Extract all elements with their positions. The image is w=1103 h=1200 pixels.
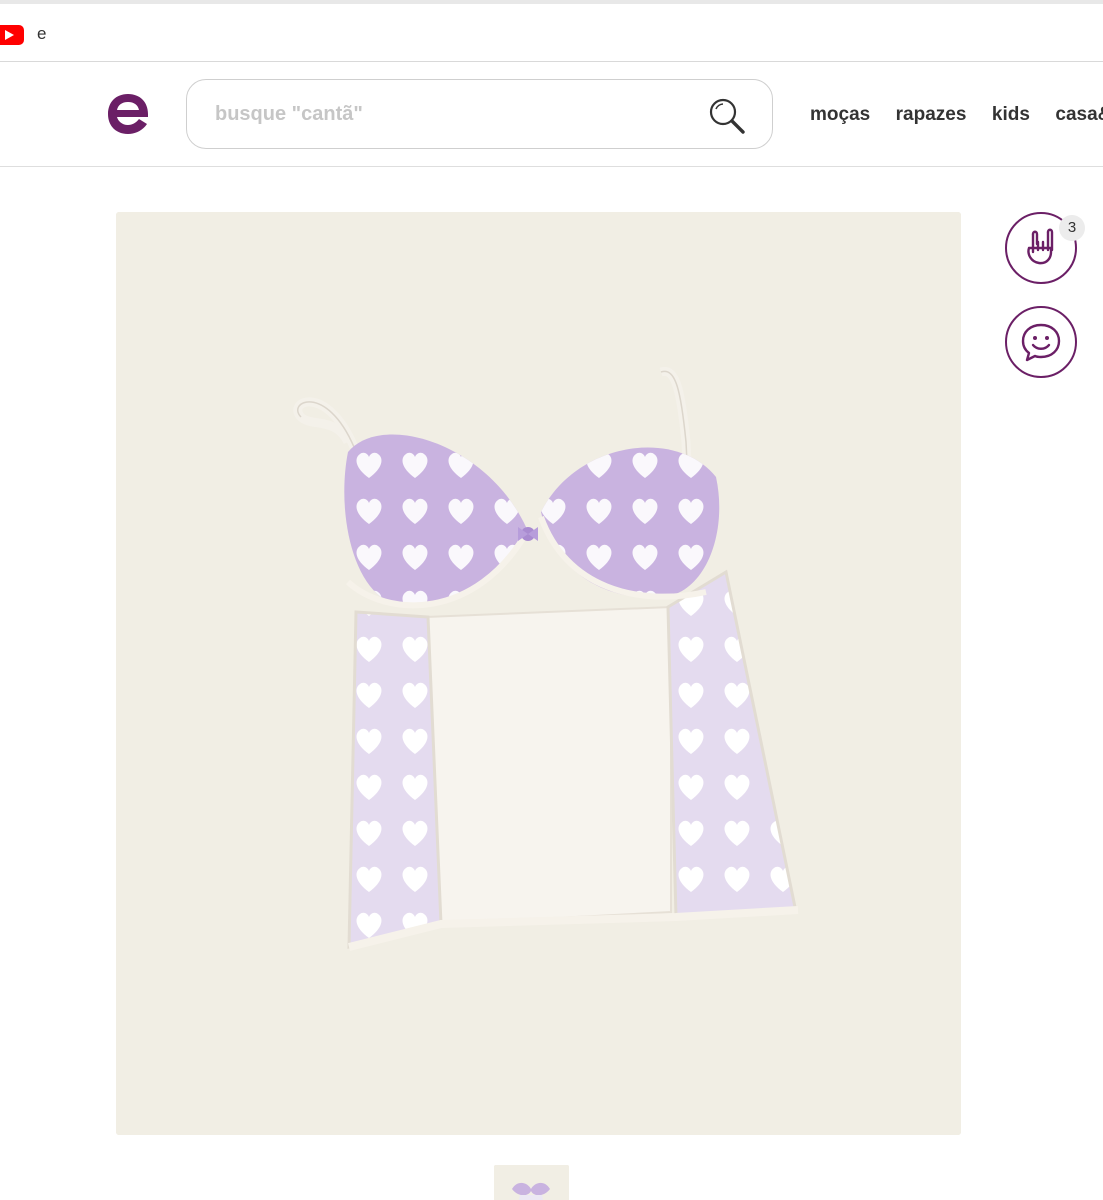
nav-item-casa[interactable]: casa& xyxy=(1055,104,1103,126)
magnifier-icon[interactable] xyxy=(707,96,747,136)
product-thumbnail[interactable] xyxy=(494,1165,569,1200)
search-bar[interactable] xyxy=(186,79,773,149)
bookmarks-bar: e xyxy=(0,4,1103,62)
youtube-icon[interactable] xyxy=(0,25,24,45)
nav-item-rapazes[interactable]: rapazes xyxy=(896,104,967,126)
category-nav: moças rapazes kids casa& xyxy=(810,104,1103,126)
nav-item-kids[interactable]: kids xyxy=(992,104,1030,126)
site-header: moças rapazes kids casa& xyxy=(0,63,1103,167)
product-main-image[interactable] xyxy=(116,212,961,1135)
like-count-badge: 3 xyxy=(1059,215,1085,241)
chat-button[interactable] xyxy=(1005,306,1077,378)
smiley-chat-icon xyxy=(1021,323,1061,362)
bookmark-label[interactable]: e xyxy=(37,24,46,44)
nav-item-mocas[interactable]: moças xyxy=(810,104,870,126)
enjoei-logo-icon[interactable] xyxy=(106,91,150,137)
search-input[interactable] xyxy=(215,100,695,128)
